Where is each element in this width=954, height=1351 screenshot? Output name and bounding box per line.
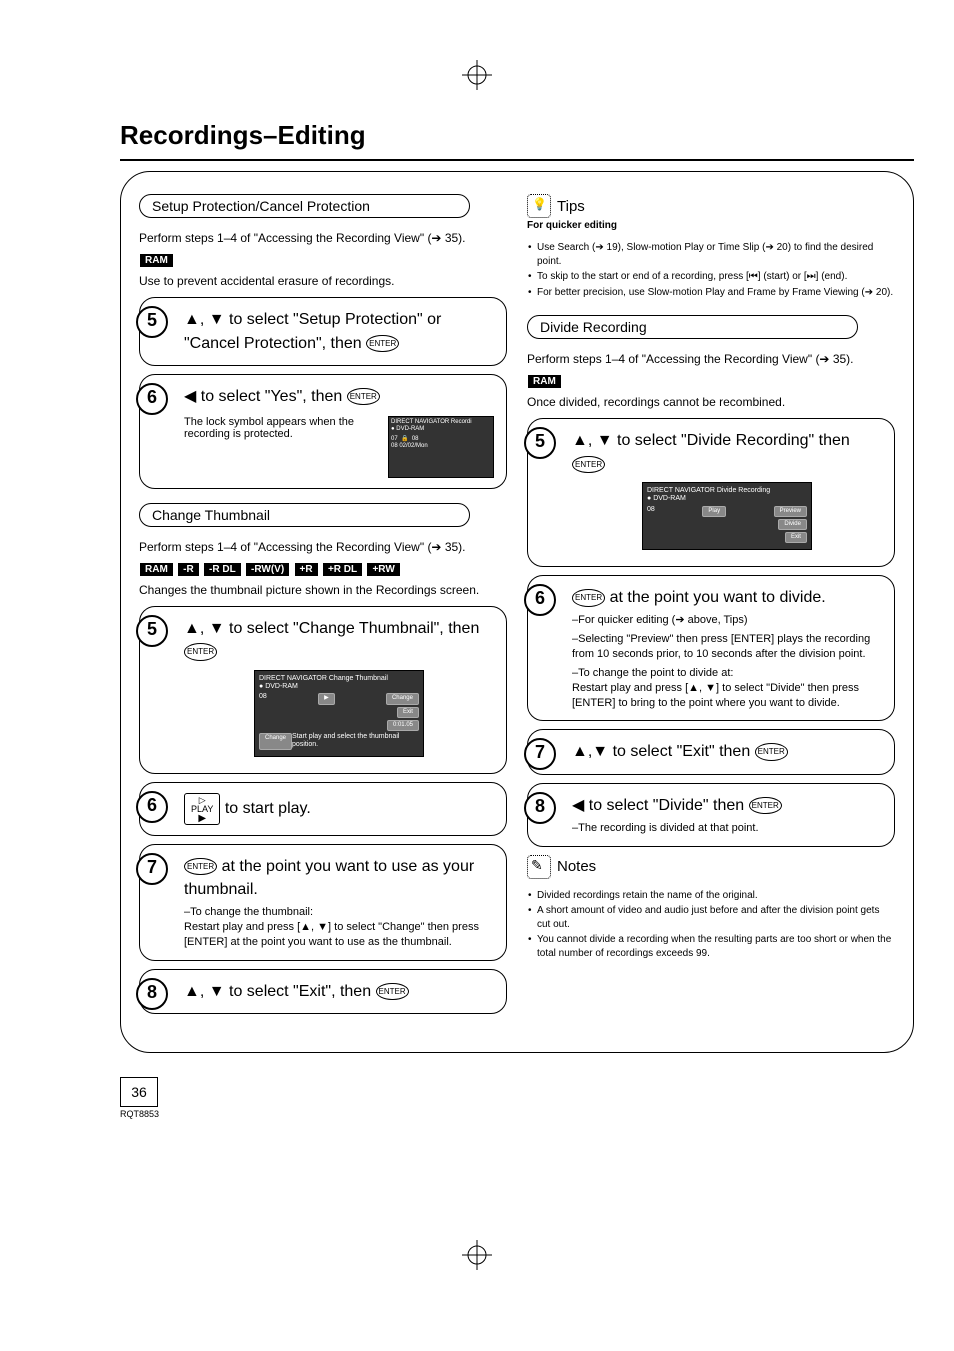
step-number: 6	[136, 791, 168, 823]
step-7-text: at the point you want to use as your thu…	[184, 858, 474, 898]
enter-icon: ENTER	[366, 335, 399, 353]
section-divide-recording-header: Divide Recording	[527, 315, 858, 339]
step-5-text: ▲, ▼ to select "Setup Protection" or "Ca…	[184, 311, 441, 351]
step-7-text: ▲,▼ to select "Exit" then	[572, 743, 755, 760]
osd-mini-screenshot: DIRECT NAVIGATOR Recordi ● DVD-RAM 07 🔒 …	[388, 416, 494, 478]
page-number: 36	[120, 1077, 158, 1107]
registration-mark-bottom	[462, 1240, 492, 1270]
step-5-text: ▲, ▼ to select "Divide Recording" then	[572, 432, 850, 449]
step-8-divide: 8 ◀ to select "Divide" then ENTER –The r…	[527, 783, 895, 847]
step-number: 6	[524, 584, 556, 616]
step-6-sub2: –Selecting "Preview" then press [ENTER] …	[572, 632, 882, 662]
ram-badge: RAM	[140, 254, 173, 267]
tips-item: To skip to the start or end of a recordi…	[537, 270, 895, 284]
notes-item: You cannot divide a recording when the r…	[537, 933, 895, 960]
step-number: 7	[524, 738, 556, 770]
enter-icon: ENTER	[347, 388, 380, 406]
step-6-text: ◀ to select "Yes", then	[184, 388, 347, 405]
osd-screenshot-change-thumbnail: DIRECT NAVIGATOR Change Thumbnail ● DVD-…	[254, 670, 424, 757]
step-number: 5	[136, 615, 168, 647]
section-change-thumbnail-header: Change Thumbnail	[139, 503, 470, 527]
step-7-divide: 7 ▲,▼ to select "Exit" then ENTER	[527, 729, 895, 774]
tips-header: Tips	[527, 194, 895, 218]
tips-item: Use Search (➔ 19), Slow-motion Play or T…	[537, 241, 895, 268]
step-7-thumbnail: 7 ENTER at the point you want to use as …	[139, 844, 507, 961]
manual-page: Recordings–Editing Setup Protection/Canc…	[0, 0, 954, 1159]
intro-text: Perform steps 1–4 of "Accessing the Reco…	[527, 351, 895, 367]
section-setup-protection-header: Setup Protection/Cancel Protection	[139, 194, 470, 218]
tips-item: For better precision, use Slow-motion Pl…	[537, 286, 895, 300]
protection-note: Use to prevent accidental erasure of rec…	[139, 273, 507, 289]
step-6-protection: 6 ◀ to select "Yes", then ENTER The lock…	[139, 374, 507, 489]
format-badges: RAM -R -R DL -RW(V) +R +R DL +RW	[139, 561, 507, 576]
osd-screenshot-divide: DIRECT NAVIGATOR Divide Recording ● DVD-…	[642, 482, 812, 550]
right-column: Tips For quicker editing Use Search (➔ 1…	[527, 188, 895, 1022]
intro-text: Perform steps 1–4 of "Accessing the Reco…	[139, 539, 507, 555]
step-number: 6	[136, 383, 168, 415]
notes-item: Divided recordings retain the name of th…	[537, 889, 895, 903]
lock-note: The lock symbol appears when the recordi…	[184, 416, 382, 440]
step-5-protection: 5 ▲, ▼ to select "Setup Protection" or "…	[139, 297, 507, 365]
model-code: RQT8853	[120, 1109, 914, 1119]
step-number: 5	[136, 306, 168, 338]
notes-header: Notes	[527, 855, 895, 879]
left-column: Setup Protection/Cancel Protection Perfo…	[139, 188, 507, 1022]
notes-title: Notes	[557, 858, 596, 875]
notes-list: Divided recordings retain the name of th…	[527, 889, 895, 961]
step-8-sub: –The recording is divided at that point.	[572, 821, 882, 836]
step-8-thumbnail: 8 ▲, ▼ to select "Exit", then ENTER	[139, 969, 507, 1014]
enter-icon: ENTER	[749, 797, 782, 815]
step-number: 5	[524, 427, 556, 459]
step-8-text: ◀ to select "Divide" then	[572, 797, 749, 814]
enter-icon: ENTER	[184, 858, 217, 876]
step-6-text: to start play.	[225, 800, 311, 817]
step-6-sub1: –For quicker editing (➔ above, Tips)	[572, 613, 882, 628]
content-frame: Setup Protection/Cancel Protection Perfo…	[120, 171, 914, 1053]
step-number: 7	[136, 853, 168, 885]
enter-icon: ENTER	[572, 589, 605, 607]
tips-subhead: For quicker editing	[527, 220, 895, 231]
enter-icon: ENTER	[376, 983, 409, 1001]
enter-icon: ENTER	[184, 643, 217, 661]
step-8-text: ▲, ▼ to select "Exit", then	[184, 983, 376, 1000]
tips-list: Use Search (➔ 19), Slow-motion Play or T…	[527, 241, 895, 299]
title-rule	[120, 159, 914, 161]
enter-icon: ENTER	[572, 456, 605, 474]
step-6-text: at the point you want to divide.	[610, 589, 826, 606]
step-5-text: ▲, ▼ to select "Change Thumbnail", then	[184, 620, 479, 637]
tips-title: Tips	[557, 198, 585, 215]
step-5-divide: 5 ▲, ▼ to select "Divide Recording" then…	[527, 418, 895, 567]
step-5-thumbnail: 5 ▲, ▼ to select "Change Thumbnail", the…	[139, 606, 507, 774]
play-button-icon: ▷ PLAY ▶	[184, 793, 220, 825]
divide-note: Once divided, recordings cannot be recom…	[527, 394, 895, 410]
step-6-divide: 6 ENTER at the point you want to divide.…	[527, 575, 895, 721]
intro-text: Perform steps 1–4 of "Accessing the Reco…	[139, 230, 507, 246]
notes-icon	[527, 855, 551, 879]
step-number: 8	[136, 978, 168, 1010]
tips-icon	[527, 194, 551, 218]
page-title: Recordings–Editing	[120, 120, 914, 151]
step-6-thumbnail: 6 ▷ PLAY ▶ to start play.	[139, 782, 507, 836]
enter-icon: ENTER	[755, 743, 788, 761]
step-6-sub3: –To change the point to divide at: Resta…	[572, 666, 882, 711]
notes-item: A short amount of video and audio just b…	[537, 904, 895, 931]
step-number: 8	[524, 792, 556, 824]
ram-badge: RAM	[528, 375, 561, 388]
thumbnail-note: Changes the thumbnail picture shown in t…	[139, 582, 507, 598]
step-7-sub: –To change the thumbnail: Restart play a…	[184, 905, 494, 950]
